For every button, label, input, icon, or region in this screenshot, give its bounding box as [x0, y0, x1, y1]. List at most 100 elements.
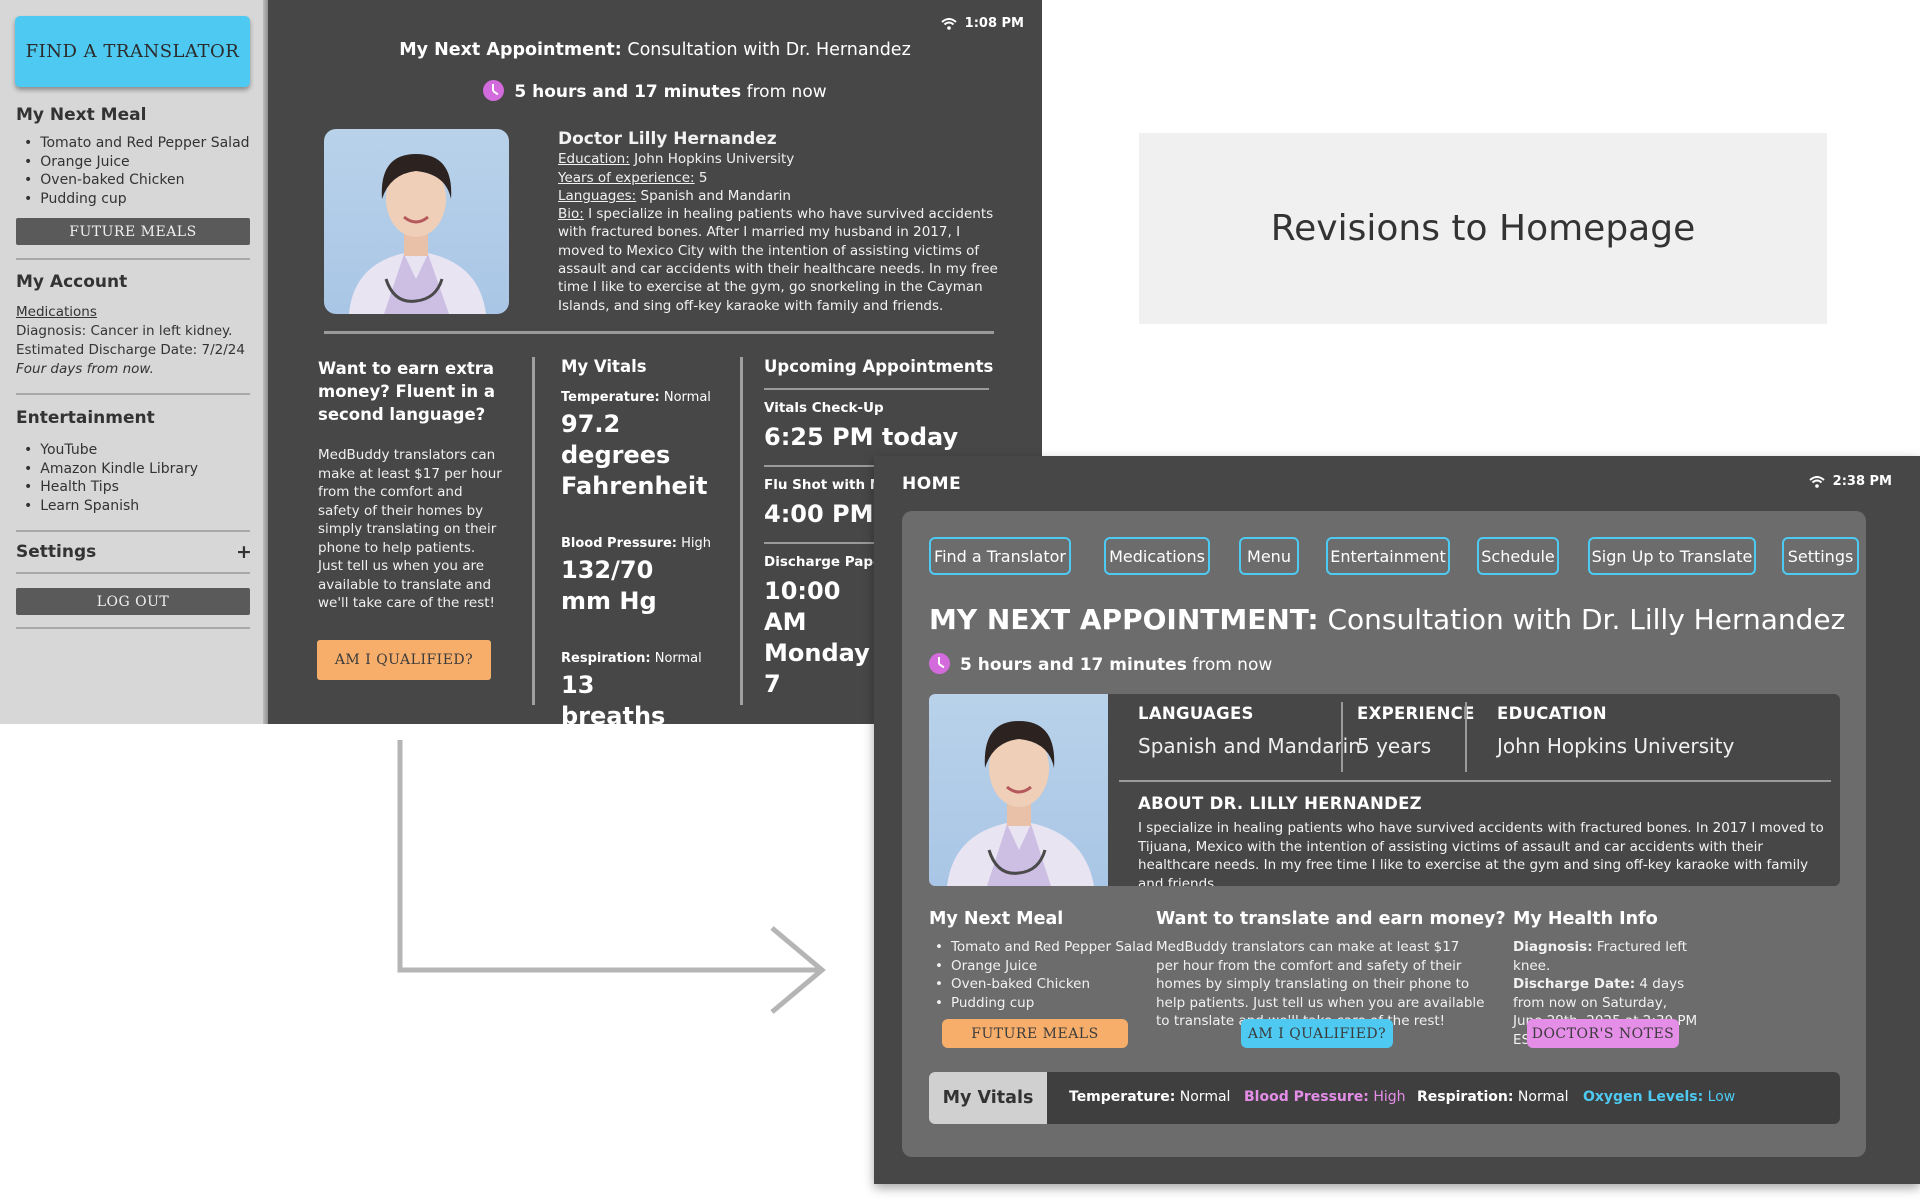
list-item: Orange Juice — [935, 957, 1153, 976]
arrow-icon — [397, 740, 826, 1014]
nav-sign-up-translate[interactable]: Sign Up to Translate — [1588, 537, 1756, 575]
future-meals-button[interactable]: FUTURE MEALS — [942, 1019, 1128, 1048]
divider — [764, 388, 989, 390]
doctor-languages: Languages: Spanish and Mandarin — [558, 187, 791, 204]
nav-find-translator[interactable]: Find a Translator — [929, 537, 1071, 575]
discharge-text: Estimated Discharge Date: 7/2/24 — [16, 342, 245, 358]
about-doctor-text: I specialize in healing patients who hav… — [1138, 820, 1824, 886]
new-homepage: HOME 2:38 PM Find a Translator Medicatio… — [874, 456, 1920, 1184]
vitals-heading: My Vitals — [561, 357, 647, 376]
divider — [16, 627, 250, 629]
nav-medications[interactable]: Medications — [1104, 537, 1210, 575]
status-time: 2:38 PM — [1832, 474, 1892, 489]
divider — [16, 393, 250, 395]
main-card: Find a Translator Medications Menu Enter… — [902, 511, 1866, 1157]
vital-temperature: Temperature: Normal — [1069, 1089, 1231, 1105]
languages-value: Spanish and Mandarin — [1138, 734, 1361, 758]
experience-label: EXPERIENCE — [1357, 704, 1475, 723]
divider — [16, 530, 250, 532]
appointment-label: Vitals Check-Up — [764, 400, 884, 416]
future-meals-button[interactable]: FUTURE MEALS — [16, 218, 250, 245]
entertainment-item-health-tips[interactable]: Health Tips — [24, 478, 198, 497]
vital-oxygen: Oxygen Levels: Low — [1583, 1089, 1736, 1105]
clock-icon — [929, 653, 950, 674]
settings-heading[interactable]: Settings — [16, 542, 96, 562]
doctor-photo — [929, 694, 1108, 886]
vitals-panel: My Vitals Temperature: Normal 97.2 degre… — [561, 357, 721, 794]
entertainment-item-kindle[interactable]: Amazon Kindle Library — [24, 460, 198, 479]
list-item: Tomato and Red Pepper Salad — [935, 938, 1153, 957]
earn-heading: Want to earn extra money? Fluent in a se… — [318, 359, 496, 424]
medications-link[interactable]: Medications — [16, 303, 97, 322]
diagnosis-text: Diagnosis: Cancer in left kidney. — [16, 323, 233, 339]
doctor-card: LANGUAGES Spanish and Mandarin EXPERIENC… — [929, 694, 1840, 886]
status-time: 1:08 PM — [964, 16, 1024, 31]
diagnosis-text: Diagnosis: Fractured left knee. — [1513, 939, 1688, 974]
health-info-heading: My Health Info — [1513, 909, 1658, 929]
meal-list: Tomato and Red Pepper Salad Orange Juice… — [935, 938, 1153, 1012]
doctor-photo — [324, 129, 509, 314]
old-sidebar: FIND A TRANSLATOR My Next Meal Tomato an… — [0, 0, 268, 724]
status-bar: 2:38 PM — [1809, 474, 1892, 489]
next-meal-heading: My Next Meal — [16, 105, 147, 125]
translate-text: MedBuddy translators can make at least $… — [1156, 939, 1485, 1029]
home-label[interactable]: HOME — [902, 474, 961, 494]
vitals-bar: My Vitals Temperature: Normal Blood Pres… — [929, 1072, 1840, 1124]
divider — [1465, 702, 1467, 772]
earn-money-panel: Want to earn extra money? Fluent in a se… — [318, 357, 503, 613]
logout-button[interactable]: LOG OUT — [16, 588, 250, 615]
education-value: John Hopkins University — [1497, 734, 1735, 758]
appointment-time: 6:25 PM today — [764, 423, 959, 451]
entertainment-list: YouTube Amazon Kindle Library Health Tip… — [24, 441, 198, 515]
am-i-qualified-button[interactable]: AM I QUALIFIED? — [1241, 1019, 1393, 1048]
account-heading: My Account — [16, 272, 128, 292]
experience-value: 5 years — [1357, 734, 1432, 758]
discharge-note: Four days from now. — [16, 361, 154, 377]
nav-settings[interactable]: Settings — [1782, 537, 1859, 575]
meal-list: Tomato and Red Pepper Salad Orange Juice… — [24, 134, 250, 208]
appointment-title: My Next Appointment: Consultation with D… — [399, 40, 911, 60]
nav-schedule[interactable]: Schedule — [1477, 537, 1559, 575]
doctor-experience: Years of experience: 5 — [558, 169, 708, 186]
respiration-label: Respiration: Normal — [561, 651, 702, 666]
wifi-icon — [1809, 475, 1825, 488]
find-translator-button[interactable]: FIND A TRANSLATOR — [15, 16, 250, 87]
nav-entertainment[interactable]: Entertainment — [1326, 537, 1450, 575]
list-item: Tomato and Red Pepper Salad — [24, 134, 249, 153]
list-item: Oven-baked Chicken — [935, 975, 1153, 994]
appointment-title: MY NEXT APPOINTMENT: Consultation with D… — [929, 603, 1846, 636]
status-bar: 1:08 PM — [941, 16, 1024, 31]
doctor-portrait — [349, 154, 486, 314]
divider — [1341, 702, 1343, 772]
temperature-label: Temperature: Normal — [561, 390, 711, 405]
nav-menu[interactable]: Menu — [1239, 537, 1299, 575]
doctor-bio-text: Bio: I specialize in healing patients wh… — [558, 206, 998, 314]
appointment-countdown: 5 hours and 17 minutes from now — [929, 653, 1272, 675]
earn-text: MedBuddy translators can make at least $… — [318, 447, 502, 611]
temperature-value: 97.2 degrees Fahrenheit — [561, 410, 708, 500]
divider — [740, 357, 743, 705]
appointment-countdown: 5 hours and 17 minutes from now — [268, 80, 1042, 102]
vitals-tab[interactable]: My Vitals — [929, 1072, 1047, 1124]
education-label: EDUCATION — [1497, 704, 1607, 723]
revisions-title: Revisions to Homepage — [1139, 133, 1827, 324]
upcoming-heading: Upcoming Appointments — [764, 357, 994, 376]
next-meal-heading: My Next Meal — [929, 909, 1064, 929]
divider — [16, 258, 250, 260]
doctor-bio: Doctor Lilly Hernandez Education: John H… — [558, 130, 998, 315]
divider — [324, 331, 994, 334]
list-item: Oven-baked Chicken — [24, 171, 250, 190]
clock-icon — [483, 80, 505, 101]
blood-pressure-label: Blood Pressure: High — [561, 536, 712, 551]
doctors-notes-button[interactable]: DOCTOR'S NOTES — [1527, 1019, 1679, 1048]
entertainment-item-youtube[interactable]: YouTube — [24, 441, 198, 460]
vital-blood-pressure: Blood Pressure: High — [1244, 1089, 1406, 1105]
am-i-qualified-button[interactable]: AM I QUALIFIED? — [317, 640, 491, 680]
appointment-time: 10:00 AM Monday 7 — [764, 577, 870, 698]
wifi-icon — [941, 17, 957, 30]
list-item: Pudding cup — [935, 994, 1153, 1013]
divider — [1119, 780, 1831, 782]
plus-icon[interactable]: + — [236, 541, 252, 563]
entertainment-item-spanish[interactable]: Learn Spanish — [24, 497, 198, 516]
languages-label: LANGUAGES — [1138, 704, 1254, 723]
